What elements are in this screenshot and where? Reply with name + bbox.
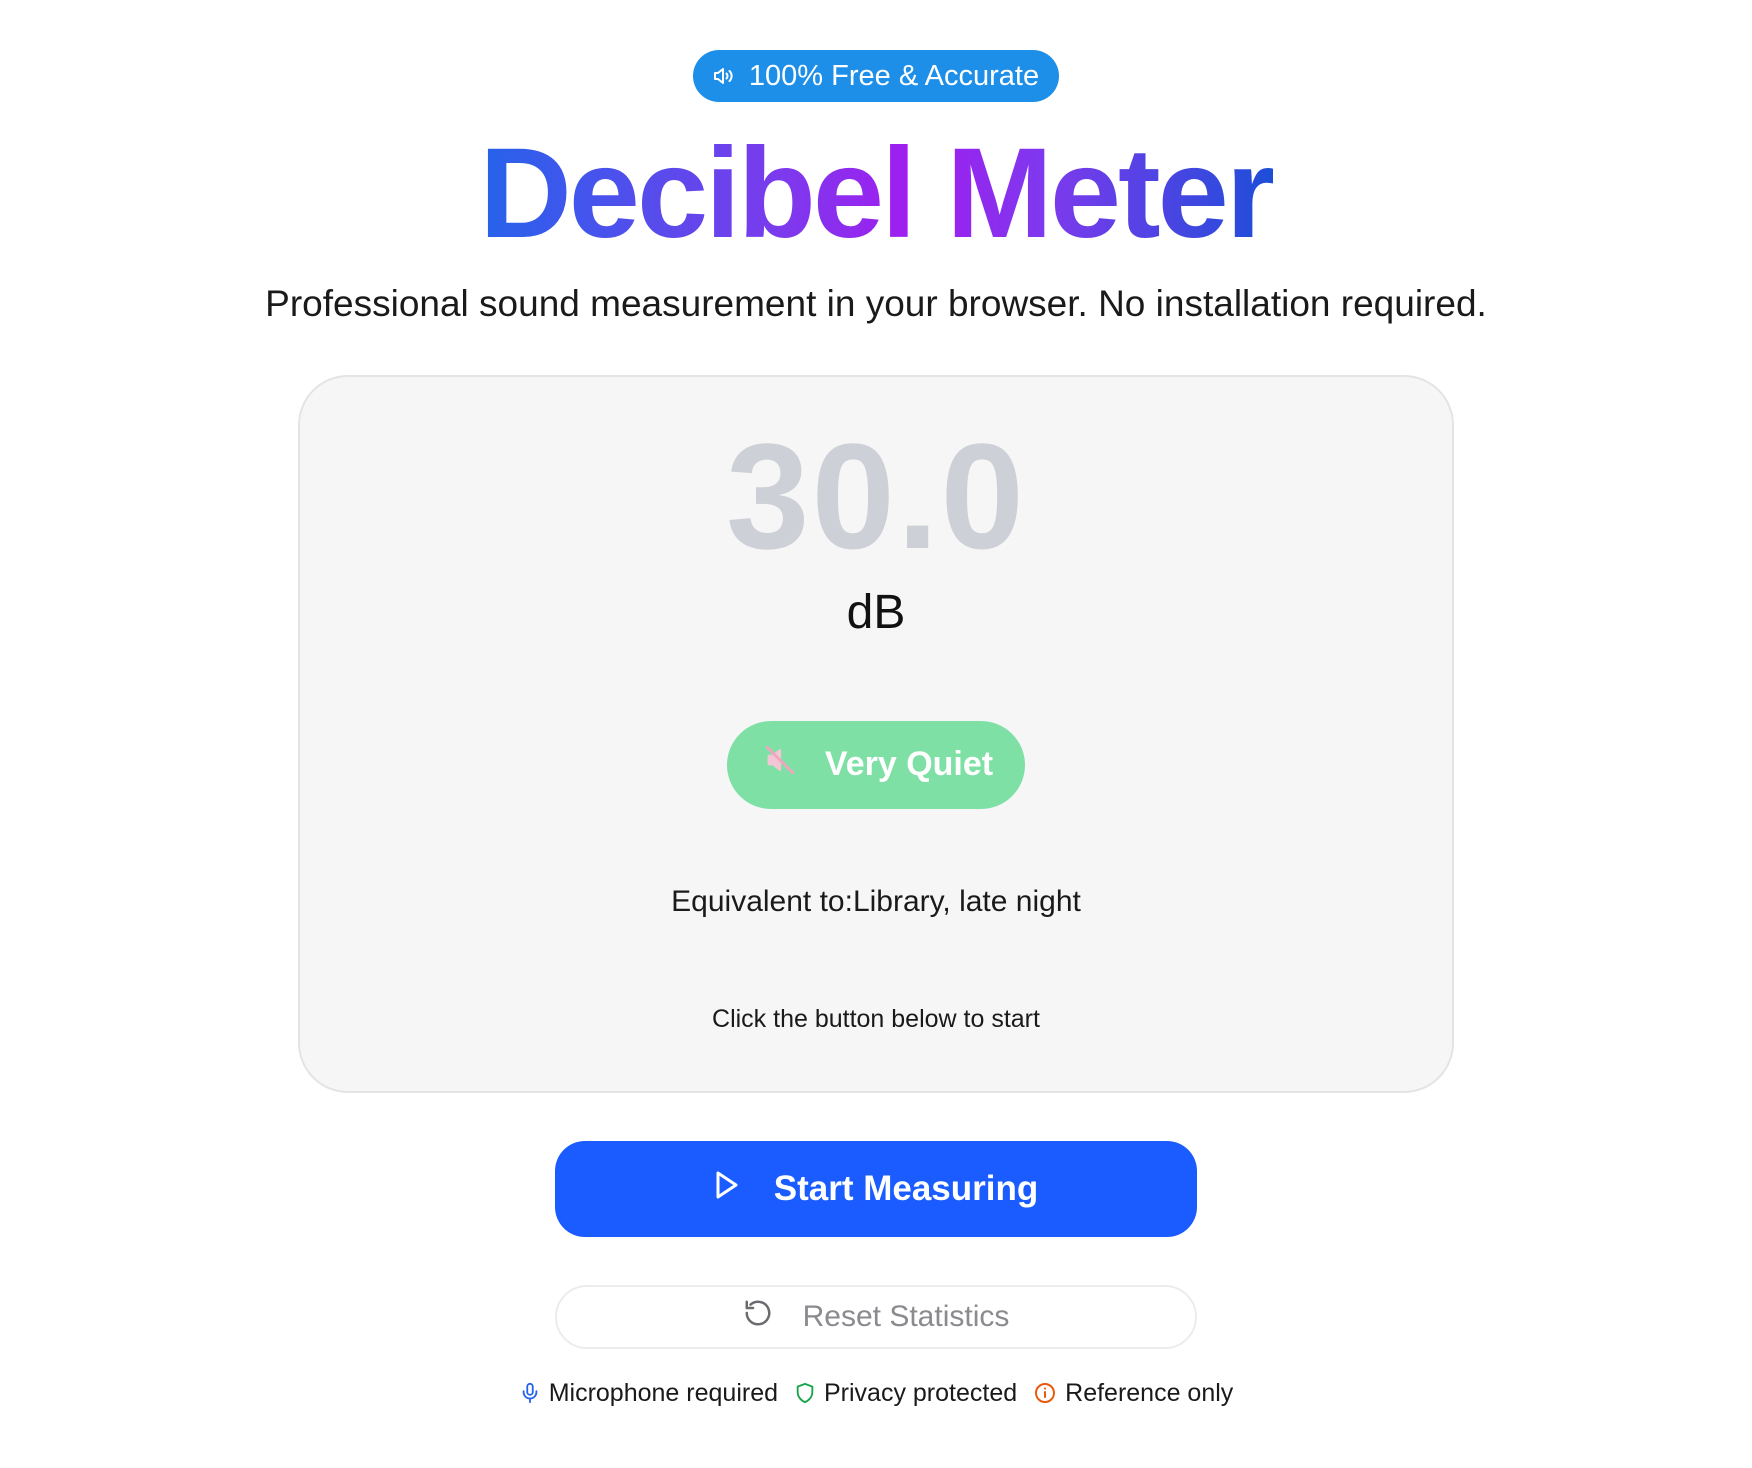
footer-item-privacy: Privacy protected	[794, 1379, 1017, 1408]
decibel-reading: 30.0	[726, 411, 1026, 580]
reset-statistics-button[interactable]: Reset Statistics	[555, 1284, 1197, 1349]
microphone-icon	[519, 1381, 541, 1405]
start-measuring-label: Start Measuring	[773, 1168, 1039, 1208]
badge-text: 100% Free & Accurate	[748, 59, 1040, 92]
decibel-meter-page: 100% Free & Accurate Decibel Meter Profe…	[0, 0, 1752, 1408]
equivalent-text: Equivalent to:Library, late night	[671, 884, 1081, 918]
level-status-badge: Very Quiet	[726, 720, 1026, 809]
start-hint: Click the button below to start	[712, 1004, 1040, 1033]
footer-label: Reference only	[1065, 1378, 1234, 1407]
shield-icon	[794, 1381, 816, 1405]
footer-item-microphone: Microphone required	[519, 1379, 778, 1408]
page-subtitle: Professional sound measurement in your b…	[265, 282, 1487, 324]
footer-label: Microphone required	[548, 1378, 778, 1407]
free-accurate-badge: 100% Free & Accurate	[692, 50, 1060, 102]
muted-speaker-icon	[763, 743, 797, 786]
page-title: Decibel Meter	[479, 122, 1275, 265]
play-icon	[714, 1169, 740, 1209]
speaker-icon	[711, 64, 735, 88]
footer-item-reference: Reference only	[1033, 1379, 1233, 1408]
requirements-footer: Microphone required Privacy protected Re…	[519, 1379, 1233, 1408]
footer-label: Privacy protected	[824, 1378, 1018, 1407]
info-icon	[1033, 1381, 1057, 1405]
start-measuring-button[interactable]: Start Measuring	[555, 1140, 1197, 1237]
reset-icon	[743, 1298, 773, 1336]
level-status-label: Very Quiet	[824, 745, 994, 784]
decibel-unit: dB	[846, 585, 906, 639]
reset-statistics-label: Reset Statistics	[802, 1299, 1010, 1333]
meter-card: 30.0 dB Very Quiet Equivalent to:Library…	[298, 374, 1454, 1093]
